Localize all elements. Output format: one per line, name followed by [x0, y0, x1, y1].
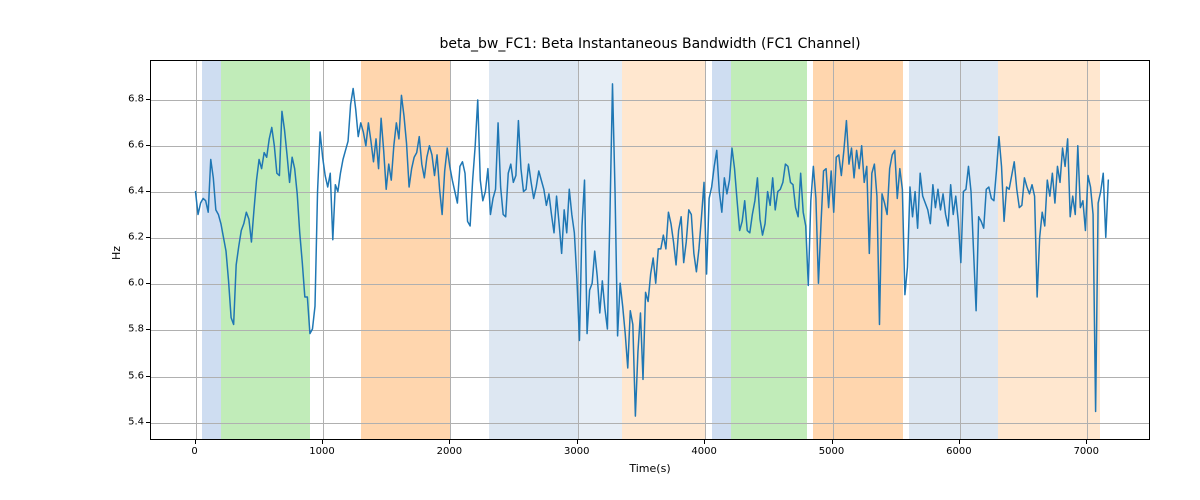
- tick-label-x: 6000: [946, 446, 971, 457]
- tick-label-x: 3000: [564, 446, 589, 457]
- tick-y: [146, 145, 150, 146]
- tick-label-x: 7000: [1074, 446, 1099, 457]
- tick-x: [449, 440, 450, 444]
- tick-x: [577, 440, 578, 444]
- tick-x: [704, 440, 705, 444]
- tick-x: [1086, 440, 1087, 444]
- plot-area: [150, 60, 1150, 440]
- tick-y: [146, 237, 150, 238]
- tick-label-y: 5.4: [116, 416, 144, 427]
- tick-label-y: 6.0: [116, 278, 144, 289]
- tick-label-x: 4000: [691, 446, 716, 457]
- tick-label-x: 2000: [437, 446, 462, 457]
- tick-y: [146, 329, 150, 330]
- tick-x: [195, 440, 196, 444]
- tick-label-y: 6.2: [116, 232, 144, 243]
- tick-x: [832, 440, 833, 444]
- data-line-svg: [151, 61, 1149, 439]
- tick-y: [146, 422, 150, 423]
- tick-x: [959, 440, 960, 444]
- tick-label-y: 5.6: [116, 370, 144, 381]
- tick-x: [322, 440, 323, 444]
- tick-label-y: 6.4: [116, 186, 144, 197]
- x-axis-label: Time(s): [150, 462, 1150, 475]
- tick-label-x: 5000: [819, 446, 844, 457]
- tick-y: [146, 99, 150, 100]
- tick-label-y: 6.6: [116, 140, 144, 151]
- tick-label-x: 0: [191, 446, 197, 457]
- tick-label-y: 6.8: [116, 94, 144, 105]
- tick-y: [146, 283, 150, 284]
- tick-label-x: 1000: [309, 446, 334, 457]
- tick-y: [146, 191, 150, 192]
- tick-y: [146, 376, 150, 377]
- series-beta_bw_FC1: [196, 84, 1109, 416]
- chart-title: beta_bw_FC1: Beta Instantaneous Bandwidt…: [150, 36, 1150, 52]
- tick-label-y: 5.8: [116, 324, 144, 335]
- y-axis-label: Hz: [110, 246, 123, 260]
- figure: beta_bw_FC1: Beta Instantaneous Bandwidt…: [0, 0, 1200, 500]
